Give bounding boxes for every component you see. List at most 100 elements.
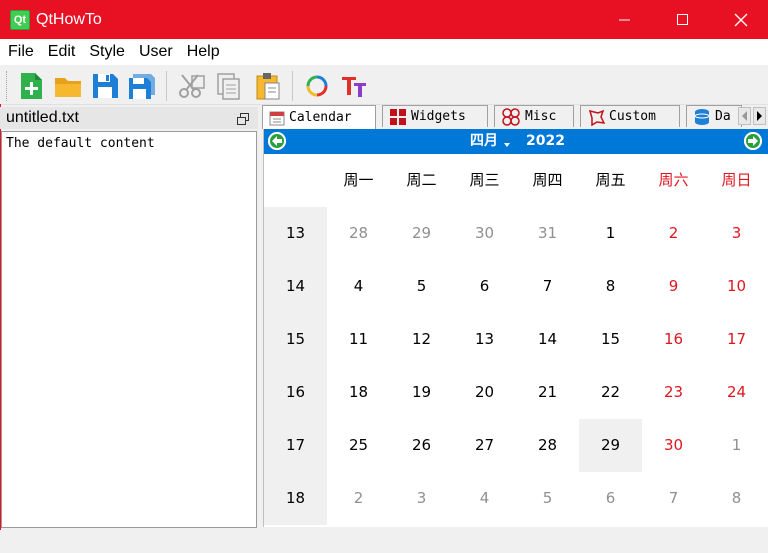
calendar-day[interactable]: 6 [579, 472, 642, 525]
calendar-day[interactable]: 11 [327, 313, 390, 366]
calendar-day[interactable]: 30 [642, 419, 705, 472]
calendar-day[interactable]: 28 [516, 419, 579, 472]
calendar-day[interactable]: 28 [327, 207, 390, 260]
prev-month-button[interactable] [268, 132, 286, 150]
calendar-day[interactable]: 9 [642, 260, 705, 313]
custom-icon [588, 109, 605, 126]
menu-user[interactable]: User [133, 39, 179, 65]
chevron-down-icon [504, 143, 510, 147]
color-button[interactable] [300, 69, 334, 103]
save-button[interactable] [88, 69, 122, 103]
calendar-day[interactable]: 6 [453, 260, 516, 313]
calendar-day[interactable]: 29 [579, 419, 642, 472]
tab-label: Misc [525, 109, 557, 124]
calendar-day[interactable]: 3 [390, 472, 453, 525]
toolbar-separator [166, 71, 167, 101]
calendar-day[interactable]: 5 [516, 472, 579, 525]
calendar-day[interactable]: 29 [390, 207, 453, 260]
new-file-button[interactable] [14, 69, 48, 103]
widgets-icon [390, 108, 406, 125]
week-number: 15 [285, 330, 306, 348]
calendar-day[interactable]: 21 [516, 366, 579, 419]
save-all-icon [129, 74, 155, 99]
week-number: 13 [285, 224, 306, 242]
calendar-day[interactable]: 4 [327, 260, 390, 313]
calendar-day[interactable]: 20 [453, 366, 516, 419]
calendar-day[interactable]: 13 [453, 313, 516, 366]
menu-edit[interactable]: Edit [42, 39, 82, 65]
calendar-day[interactable]: 24 [705, 366, 768, 419]
weekday-header: 周六 [658, 171, 689, 189]
menu-help[interactable]: Help [181, 39, 226, 65]
calendar-day[interactable]: 8 [579, 260, 642, 313]
dock-float-button[interactable] [236, 111, 250, 125]
calendar-day[interactable]: 2 [327, 472, 390, 525]
calendar-day[interactable]: 23 [642, 366, 705, 419]
minimize-button[interactable] [596, 0, 654, 39]
calendar-day[interactable]: 16 [642, 313, 705, 366]
menu-style[interactable]: Style [83, 39, 131, 65]
calendar-day[interactable]: 31 [516, 207, 579, 260]
new-file-icon [21, 73, 42, 99]
font-icon [342, 77, 366, 97]
tab-label: Da [715, 109, 731, 124]
calendar-day[interactable]: 3 [705, 207, 768, 260]
arrow-left-icon [268, 132, 286, 150]
cut-icon [179, 74, 205, 98]
editor-content: The default content [6, 136, 155, 151]
calendar-day[interactable]: 26 [390, 419, 453, 472]
menu-file[interactable]: File [2, 39, 40, 65]
tab-data[interactable]: Da [686, 105, 742, 127]
save-all-button[interactable] [125, 69, 159, 103]
next-month-button[interactable] [744, 132, 762, 150]
calendar-day[interactable]: 7 [516, 260, 579, 313]
calendar-day[interactable]: 25 [327, 419, 390, 472]
calendar-day[interactable]: 1 [705, 419, 768, 472]
open-folder-icon [55, 78, 81, 97]
calendar-day[interactable]: 2 [642, 207, 705, 260]
tab-widgets[interactable]: Widgets [382, 105, 488, 127]
calendar-day[interactable]: 15 [579, 313, 642, 366]
calendar-widget: 四月 2022 周一 周二 周三 周四 周五 周六 周日 13 28 29 30 31 1 2 3 14 4 5 6… [263, 129, 768, 527]
calendar-day[interactable]: 22 [579, 366, 642, 419]
text-editor[interactable]: The default content [1, 131, 257, 528]
maximize-button[interactable] [654, 0, 712, 39]
year-spinner[interactable]: 2022 [526, 132, 565, 150]
tab-misc[interactable]: Misc [494, 105, 574, 127]
calendar-day[interactable]: 30 [453, 207, 516, 260]
copy-button[interactable] [211, 69, 245, 103]
calendar-day[interactable]: 10 [705, 260, 768, 313]
tab-scroll-right[interactable] [753, 107, 766, 125]
tab-bar: Calendar Widgets Misc Custom Da [262, 105, 768, 129]
save-icon [93, 74, 118, 98]
calendar-day[interactable]: 5 [390, 260, 453, 313]
calendar-day[interactable]: 17 [705, 313, 768, 366]
week-number: 17 [285, 436, 306, 454]
font-button[interactable] [337, 69, 371, 103]
close-button[interactable] [712, 0, 768, 39]
calendar-day[interactable]: 1 [579, 207, 642, 260]
month-dropdown[interactable]: 四月 [470, 132, 498, 150]
calendar-day[interactable]: 7 [642, 472, 705, 525]
paste-button[interactable] [251, 69, 285, 103]
tab-calendar[interactable]: Calendar [262, 105, 376, 129]
tab-custom[interactable]: Custom [580, 105, 680, 127]
open-button[interactable] [51, 69, 85, 103]
week-number: 18 [285, 489, 306, 507]
toolbar-handle[interactable] [6, 71, 8, 101]
calendar-day[interactable]: 18 [327, 366, 390, 419]
title-bar: Qt QtHowTo [0, 0, 768, 39]
calendar-navigation: 四月 2022 [264, 129, 768, 154]
dock-title-bar[interactable]: untitled.txt [0, 107, 258, 129]
calendar-day[interactable]: 19 [390, 366, 453, 419]
tab-scroll-left[interactable] [738, 107, 751, 125]
color-icon [306, 75, 328, 97]
calendar-day[interactable]: 14 [516, 313, 579, 366]
calendar-day[interactable]: 12 [390, 313, 453, 366]
calendar-day[interactable]: 4 [453, 472, 516, 525]
calendar-icon [269, 111, 285, 125]
calendar-day[interactable]: 8 [705, 472, 768, 525]
calendar-day[interactable]: 27 [453, 419, 516, 472]
cut-button[interactable] [174, 69, 208, 103]
toolbar-separator [292, 71, 293, 101]
